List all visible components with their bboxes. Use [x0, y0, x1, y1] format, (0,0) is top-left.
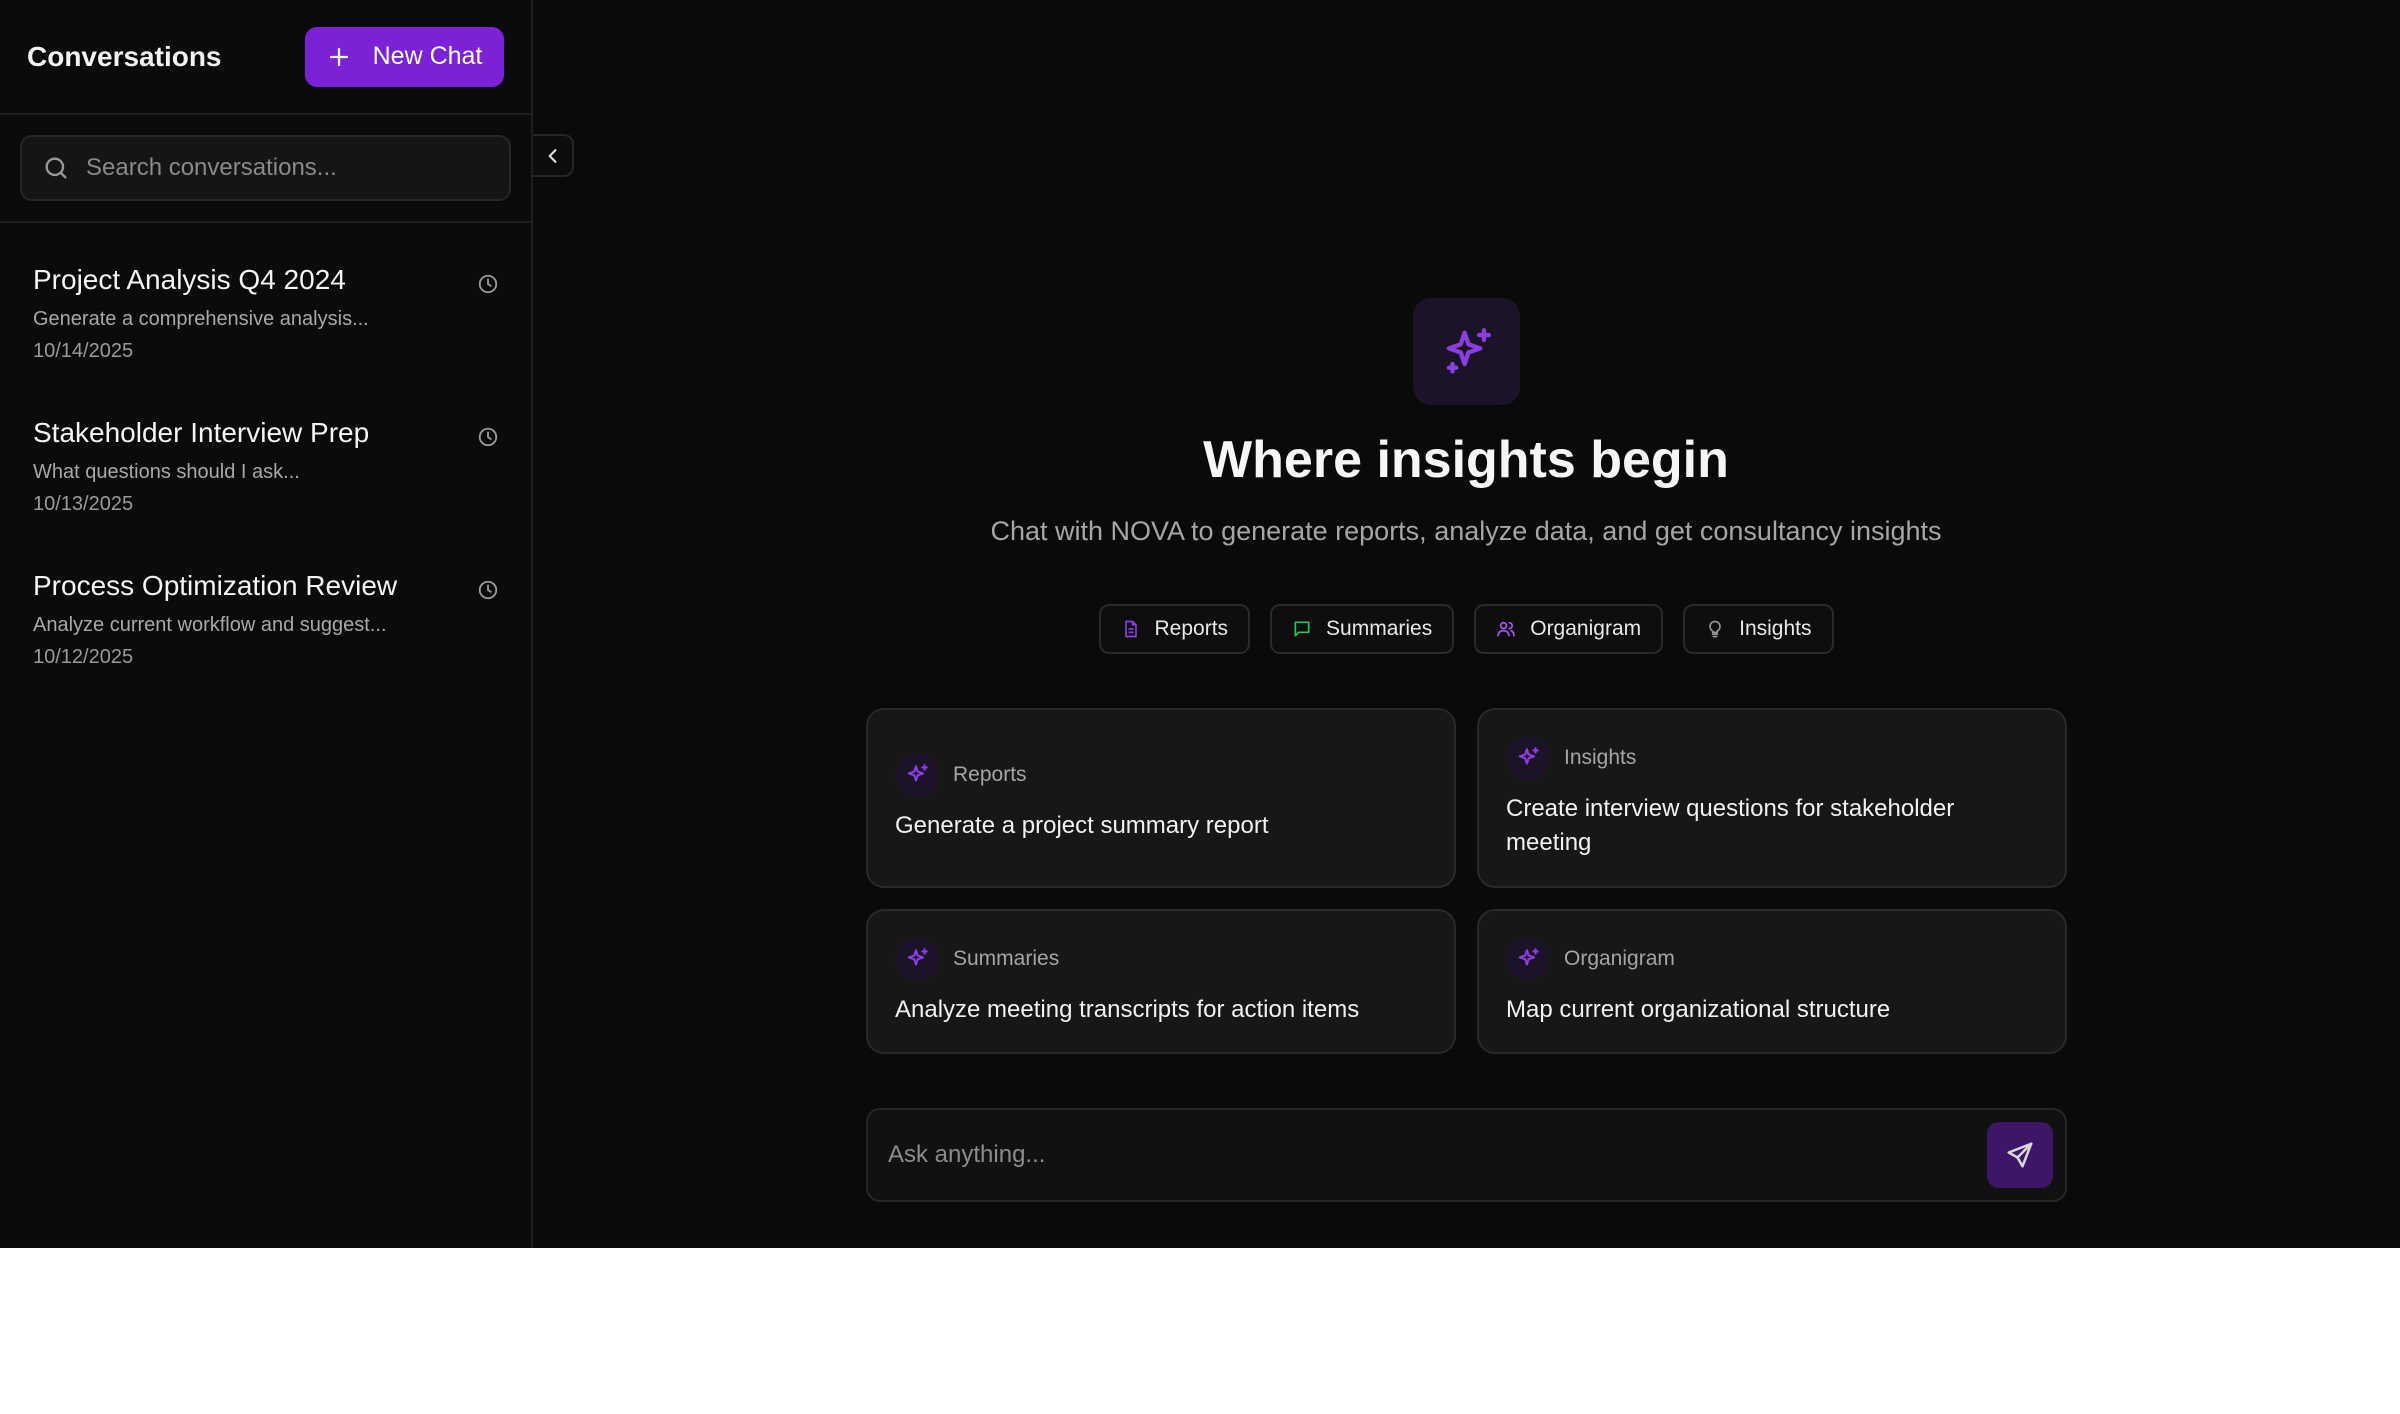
sparkles-icon — [1518, 947, 1539, 965]
sparkles-icon — [907, 947, 928, 965]
sidebar-title: Conversations — [27, 40, 222, 72]
chip-label: Summaries — [1326, 617, 1433, 640]
new-chat-label: New Chat — [372, 42, 483, 70]
search-icon — [45, 157, 67, 179]
search-section — [0, 115, 531, 223]
sidebar-header: Conversations New Chat — [0, 0, 531, 115]
message-icon — [1294, 621, 1310, 637]
card-prompt: Analyze meeting transcripts for action i… — [895, 995, 1360, 1023]
conversation-snippet: Generate a comprehensive analysis... — [33, 308, 369, 330]
message-input[interactable] — [888, 1141, 1987, 1169]
app-window: Conversations New Chat Project Analysis … — [0, 0, 2400, 1248]
clock-icon — [478, 580, 498, 600]
card-badge — [895, 936, 939, 981]
suggestion-card[interactable]: Summaries Analyze meeting transcripts fo… — [866, 909, 1456, 1054]
lightbulb-icon — [1709, 620, 1721, 638]
conversation-title: Process Optimization Review — [33, 570, 398, 601]
card-category: Summaries — [953, 946, 1060, 970]
card-header: Summaries — [895, 936, 1427, 981]
users-icon — [1497, 621, 1515, 637]
conversation-snippet: What questions should I ask... — [33, 461, 300, 483]
collapse-sidebar-button[interactable] — [533, 134, 574, 177]
chat-composer — [866, 1108, 2067, 1202]
category-chips: Reports Summaries Organigram Insights — [533, 604, 2399, 654]
conversation-item[interactable]: Project Analysis Q4 2024 Generate a comp… — [0, 235, 531, 388]
card-header: Insights — [1506, 736, 2038, 780]
chip-label: Reports — [1154, 617, 1229, 640]
chip-insights[interactable]: Insights — [1683, 604, 1834, 654]
conversation-item[interactable]: Stakeholder Interview Prep What question… — [0, 388, 531, 541]
conversation-title: Project Analysis Q4 2024 — [33, 264, 346, 295]
chip-organigram[interactable]: Organigram — [1474, 604, 1664, 654]
suggestion-card[interactable]: Reports Generate a project summary repor… — [866, 708, 1456, 888]
card-category: Reports — [953, 763, 1027, 786]
card-header: Organigram — [1506, 936, 2038, 981]
search-box[interactable] — [20, 135, 511, 201]
sparkles-icon — [907, 764, 928, 782]
suggestion-card[interactable]: Insights Create interview questions for … — [1477, 708, 2067, 888]
sidebar: Conversations New Chat Project Analysis … — [0, 0, 533, 1248]
send-button[interactable] — [1987, 1122, 2053, 1188]
card-prompt: Map current organizational structure — [1506, 995, 1891, 1023]
conversation-list: Project Analysis Q4 2024 Generate a comp… — [0, 223, 531, 694]
card-badge — [1506, 736, 1550, 780]
chip-label: Insights — [1739, 617, 1812, 640]
chevron-left-icon — [548, 148, 557, 163]
page-subtitle: Chat with NOVA to generate reports, anal… — [990, 516, 1942, 546]
card-prompt: Create interview questions for stakehold… — [1506, 795, 1955, 856]
clock-icon — [478, 427, 498, 447]
card-prompt: Generate a project summary report — [895, 812, 1269, 839]
sparkles-icon — [1518, 747, 1539, 765]
new-chat-button[interactable]: New Chat — [305, 26, 504, 87]
suggestion-cards: Reports Generate a project summary repor… — [866, 708, 2067, 1054]
conversation-date: 10/12/2025 — [33, 646, 134, 668]
card-badge — [895, 753, 939, 797]
card-category: Insights — [1564, 746, 1637, 769]
clock-icon — [478, 274, 498, 294]
conversation-date: 10/14/2025 — [33, 340, 134, 362]
send-icon — [2007, 1142, 2033, 1168]
sparkles-icon — [1446, 327, 1491, 374]
plus-icon — [329, 47, 348, 66]
search-input[interactable] — [86, 154, 489, 182]
chip-label: Organigram — [1530, 617, 1642, 640]
hero-badge — [1413, 298, 1520, 405]
chip-reports[interactable]: Reports — [1098, 604, 1251, 654]
card-category: Organigram — [1564, 946, 1675, 970]
card-header: Reports — [895, 753, 1427, 797]
conversation-item[interactable]: Process Optimization Review Analyze curr… — [0, 541, 531, 694]
chip-summaries[interactable]: Summaries — [1270, 604, 1455, 654]
conversation-date: 10/13/2025 — [33, 493, 134, 515]
conversation-snippet: Analyze current workflow and suggest... — [33, 614, 387, 636]
main-panel: Where insights begin Chat with NOVA to g… — [533, 0, 2400, 1248]
card-badge — [1506, 936, 1550, 981]
document-icon — [1124, 620, 1137, 638]
conversation-title: Stakeholder Interview Prep — [33, 417, 370, 448]
page-title: Where insights begin — [1203, 431, 1729, 489]
suggestion-card[interactable]: Organigram Map current organizational st… — [1477, 909, 2067, 1054]
